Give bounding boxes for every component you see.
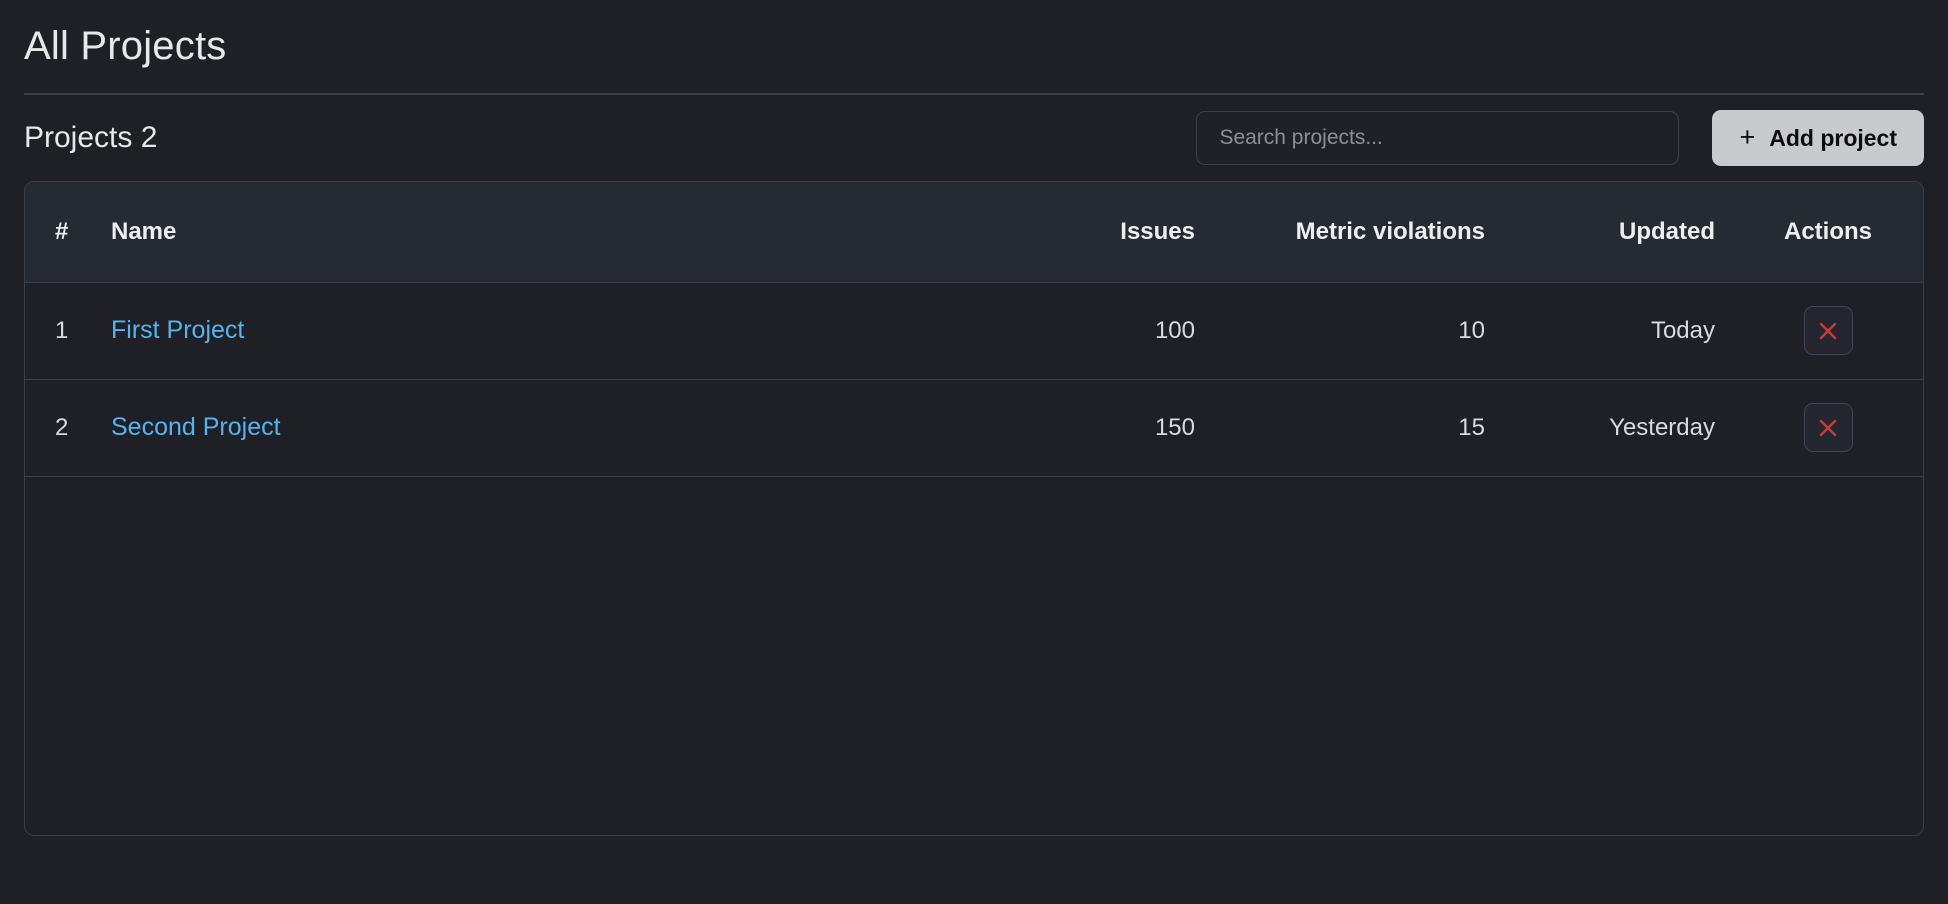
delete-project-button[interactable]: [1803, 306, 1853, 355]
row-updated: Yesterday: [1503, 379, 1733, 477]
column-header-issues: Issues: [1023, 182, 1213, 283]
projects-table: # Name Issues Metric violations Updated …: [25, 182, 1923, 477]
projects-toolbar: Projects 2 + Add project: [24, 95, 1924, 181]
table-row[interactable]: 2 Second Project 150 15 Yesterday: [25, 379, 1923, 477]
table-header: # Name Issues Metric violations Updated …: [25, 182, 1923, 283]
row-updated: Today: [1503, 282, 1733, 380]
column-header-metric-violations: Metric violations: [1213, 182, 1503, 283]
row-issues: 100: [1023, 282, 1213, 380]
toolbar-actions: + Add project: [1196, 110, 1924, 166]
column-header-index: #: [25, 182, 93, 283]
close-icon: [1817, 417, 1839, 439]
row-issues: 150: [1023, 379, 1213, 477]
add-project-label: Add project: [1769, 124, 1897, 151]
add-project-button[interactable]: + Add project: [1712, 110, 1924, 166]
row-actions-cell: [1733, 379, 1923, 477]
projects-count-title: Projects 2: [24, 121, 158, 154]
project-link[interactable]: Second Project: [111, 413, 281, 441]
projects-page: All Projects Projects 2 + Add project # …: [0, 0, 1948, 904]
page-title: All Projects: [24, 24, 227, 68]
table-body: 1 First Project 100 10 Today 2 Second Pr…: [25, 282, 1923, 477]
row-name-cell: Second Project: [93, 379, 1023, 477]
projects-table-card: # Name Issues Metric violations Updated …: [24, 181, 1924, 836]
delete-project-button[interactable]: [1803, 403, 1853, 452]
project-link[interactable]: First Project: [111, 316, 244, 344]
column-header-actions: Actions: [1733, 182, 1923, 283]
row-actions-cell: [1733, 282, 1923, 380]
close-icon: [1817, 320, 1839, 342]
column-header-name: Name: [93, 182, 1023, 283]
row-metric-violations: 15: [1213, 379, 1503, 477]
column-header-updated: Updated: [1503, 182, 1733, 283]
row-metric-violations: 10: [1213, 282, 1503, 380]
table-row[interactable]: 1 First Project 100 10 Today: [25, 282, 1923, 380]
row-index: 2: [25, 379, 93, 477]
table-header-row: # Name Issues Metric violations Updated …: [25, 182, 1923, 283]
search-input[interactable]: [1196, 111, 1680, 165]
plus-icon: +: [1739, 121, 1756, 152]
row-index: 1: [25, 282, 93, 380]
row-name-cell: First Project: [93, 282, 1023, 380]
